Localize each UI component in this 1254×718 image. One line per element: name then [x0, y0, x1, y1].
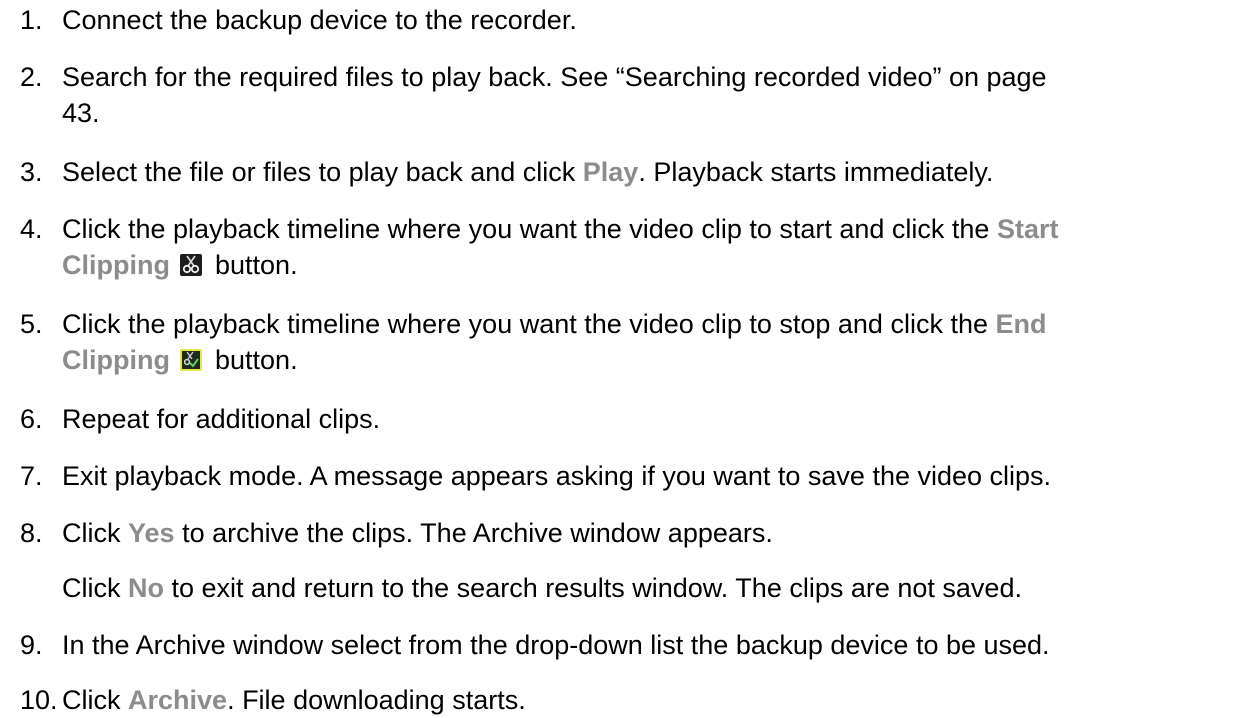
- step-number: 1.: [20, 5, 43, 35]
- no-keyword: No: [128, 573, 164, 603]
- step-number: 3.: [20, 157, 43, 187]
- step-text-continued: 43.: [62, 98, 100, 128]
- step-5: 5. Click the playback timeline where you …: [20, 306, 1248, 378]
- step-text: Repeat for additional clips.: [62, 404, 381, 434]
- scissors-icon: [179, 254, 202, 276]
- step-text: Click the playback timeline where you wa…: [62, 309, 996, 339]
- play-keyword: Play: [582, 157, 639, 187]
- step-number: 6.: [20, 404, 43, 434]
- archive-keyword: Archive: [128, 685, 228, 715]
- step-number: 8.: [20, 518, 43, 548]
- step-number: 5.: [20, 309, 43, 339]
- step-number: 10.: [20, 685, 58, 715]
- step-9: 9. In the Archive window select from the …: [20, 627, 1248, 663]
- step-8: 8. Click Yes to archive the clips. The Ar…: [20, 515, 1248, 551]
- step-3: 3. Select the file or files to play back …: [20, 154, 1248, 190]
- step-text: Exit playback mode. A message appears as…: [62, 461, 1052, 491]
- instruction-list: 1. Connect the backup device to the recor…: [0, 0, 1254, 717]
- step-text: Connect the backup device to the recorde…: [62, 5, 577, 35]
- step-text: Click: [62, 518, 128, 548]
- start-keyword: Start: [996, 214, 1059, 244]
- step-text: to archive the clips. The Archive window…: [174, 518, 773, 548]
- step-text: button.: [207, 345, 298, 375]
- step-number: 2.: [20, 62, 43, 92]
- step-4: 4. Click the playback timeline where you …: [20, 211, 1248, 283]
- step-2: 2. Search for the required files to play …: [20, 59, 1248, 131]
- clipping-keyword: Clipping: [62, 345, 170, 375]
- clipping-keyword: Clipping: [62, 250, 170, 280]
- step-text: Click the playback timeline where you wa…: [62, 214, 997, 244]
- step-text: button.: [207, 250, 298, 280]
- step-number: 9.: [20, 630, 43, 660]
- step-1: 1. Connect the backup device to the recor…: [20, 2, 1248, 38]
- step-text: In the Archive window select from the dr…: [62, 630, 1050, 660]
- step-text: Search for the required files to play ba…: [62, 62, 1047, 92]
- step-number: 7.: [20, 461, 43, 491]
- step-text: Click: [62, 685, 128, 715]
- step-8-note: Click No to exit and return to the searc…: [20, 570, 1248, 606]
- step-10: 10. Click Archive. File downloading start…: [20, 682, 1248, 718]
- end-keyword: End: [995, 309, 1047, 339]
- step-text: Click: [62, 573, 128, 603]
- step-text: . Playback starts immediately.: [638, 157, 994, 187]
- step-text: Select the file or files to play back an…: [62, 157, 583, 187]
- step-7: 7. Exit playback mode. A message appears …: [20, 458, 1248, 494]
- step-text: . File downloading starts.: [227, 685, 526, 715]
- step-6: 6. Repeat for additional clips.: [20, 401, 1248, 437]
- yes-keyword: Yes: [128, 518, 175, 548]
- step-text: to exit and return to the search results…: [164, 573, 1022, 603]
- step-number: 4.: [20, 214, 43, 244]
- scissors-check-icon: [179, 349, 202, 371]
